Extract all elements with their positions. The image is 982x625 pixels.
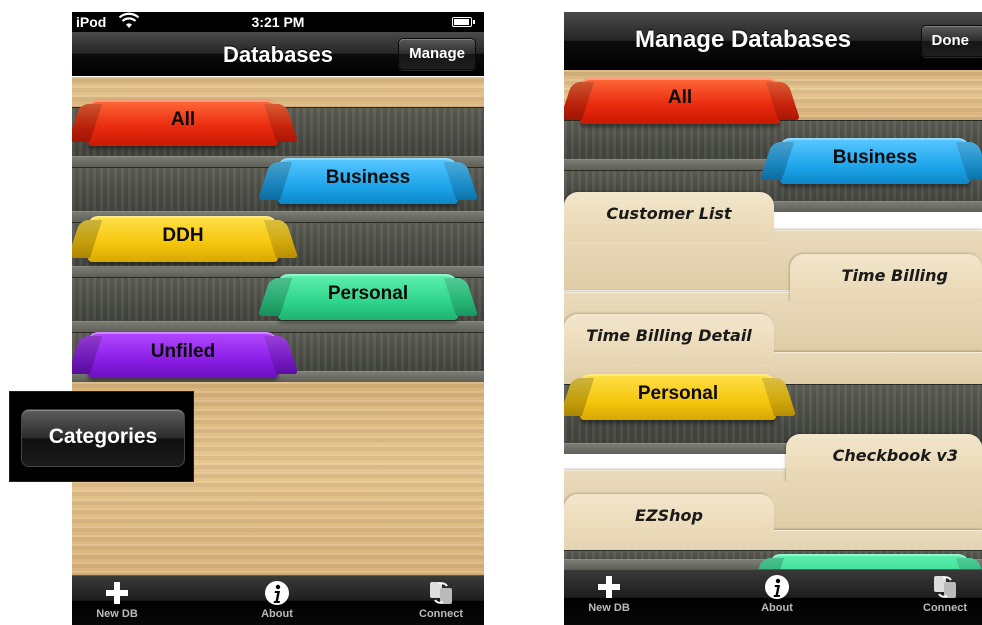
tab-label: New DB: [588, 602, 630, 614]
tab-new-db[interactable]: New DB: [564, 574, 654, 614]
page-title: Manage Databases: [634, 26, 852, 53]
database-item-time-billing-detail[interactable]: Time Billing Detail: [564, 314, 774, 362]
info-icon: [232, 580, 322, 606]
tab-connect[interactable]: Connect: [396, 580, 484, 620]
database-item-checkbook-v3[interactable]: Checkbook v3: [786, 434, 982, 482]
manage-button[interactable]: Manage: [398, 38, 476, 70]
status-time: 3:21 PM: [251, 14, 305, 30]
tab-label: Connect: [419, 608, 463, 620]
database-item-time-billing[interactable]: Time Billing: [790, 254, 982, 302]
category-tab-all[interactable]: All: [580, 78, 780, 124]
category-tab-business[interactable]: Business: [278, 158, 458, 204]
tab-new-db[interactable]: New DB: [72, 580, 162, 620]
category-tab-all[interactable]: All: [88, 100, 278, 146]
categories-callout: Categories: [9, 391, 194, 482]
category-tab-ddh[interactable]: DDH: [88, 216, 278, 262]
nav-bar: Manage Databases Done: [564, 12, 982, 70]
tab-connect[interactable]: Connect: [900, 574, 982, 614]
tab-bar: New DB About Connect: [564, 569, 982, 625]
connect-icon: [396, 580, 484, 606]
tab-about[interactable]: About: [732, 574, 822, 614]
tab-label: Connect: [923, 602, 967, 614]
category-tab-business[interactable]: Business: [780, 138, 970, 184]
info-icon: [732, 574, 822, 600]
tab-label: About: [761, 602, 793, 614]
tab-about[interactable]: About: [232, 580, 322, 620]
tab-label: About: [261, 608, 293, 620]
manage-databases-screen: Manage Databases Done All Business Custo…: [564, 12, 982, 625]
categories-button[interactable]: Categories: [21, 409, 185, 467]
status-bar: iPod 3:21 PM: [72, 12, 484, 32]
done-button[interactable]: Done: [920, 25, 982, 57]
category-tab-personal[interactable]: Personal: [580, 374, 776, 420]
nav-bar: Databases Manage: [72, 32, 484, 76]
databases-screen: iPod 3:21 PM Databases Manage All Busine…: [72, 12, 484, 625]
category-tab-personal[interactable]: Personal: [278, 274, 458, 320]
tab-label: New DB: [96, 608, 138, 620]
battery-icon: [452, 17, 475, 27]
database-item-ezshop[interactable]: EZShop: [564, 494, 774, 542]
category-tab-unfiled[interactable]: Unfiled: [88, 332, 278, 378]
database-item-customer-list[interactable]: Customer List: [564, 192, 774, 240]
plus-icon: [564, 574, 654, 600]
tab-bar: New DB About Connect: [72, 575, 484, 625]
connect-icon: [900, 574, 982, 600]
plus-icon: [72, 580, 162, 606]
